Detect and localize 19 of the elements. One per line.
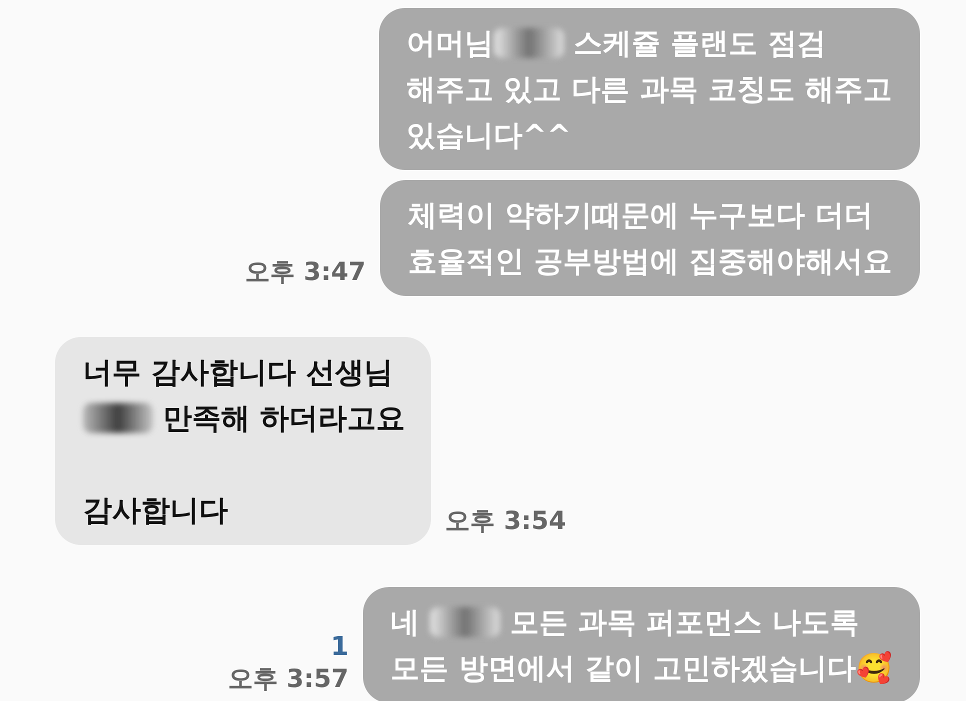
- redaction-blur: [83, 403, 153, 433]
- message-text: 해주고 있고 다른 과목 코칭도 해주고: [406, 71, 892, 108]
- message-time: 오후 3:54: [445, 505, 566, 537]
- message-text: 감사합니다: [83, 492, 228, 529]
- message-text: 네: [390, 604, 421, 641]
- unread-count: 1: [330, 632, 349, 662]
- redaction-blur: [494, 28, 564, 58]
- message-text: 모든 방면에서 같이 고민하겠습니다🥰: [390, 650, 892, 687]
- message-text: 효율적인 공부방법에 집중해야해서요: [408, 243, 892, 280]
- message-text: 모든 과목 퍼포먼스 나도록: [508, 604, 860, 641]
- message-time: 오후 3:47: [244, 256, 366, 288]
- redaction-blur: [430, 607, 500, 637]
- message-text: 체력이 약하기때문에 누구보다 더더: [408, 197, 874, 234]
- message-text: 너무 감사합니다 선생님: [83, 354, 394, 391]
- message-text: 어머님: [406, 25, 494, 62]
- message-time: 오후 3:57: [228, 663, 349, 695]
- message-text: 있습니다^^: [406, 117, 572, 154]
- message-text: 만족해 하더라고요: [162, 400, 406, 437]
- message-text: 스케쥴 플랜도 점검: [572, 25, 826, 62]
